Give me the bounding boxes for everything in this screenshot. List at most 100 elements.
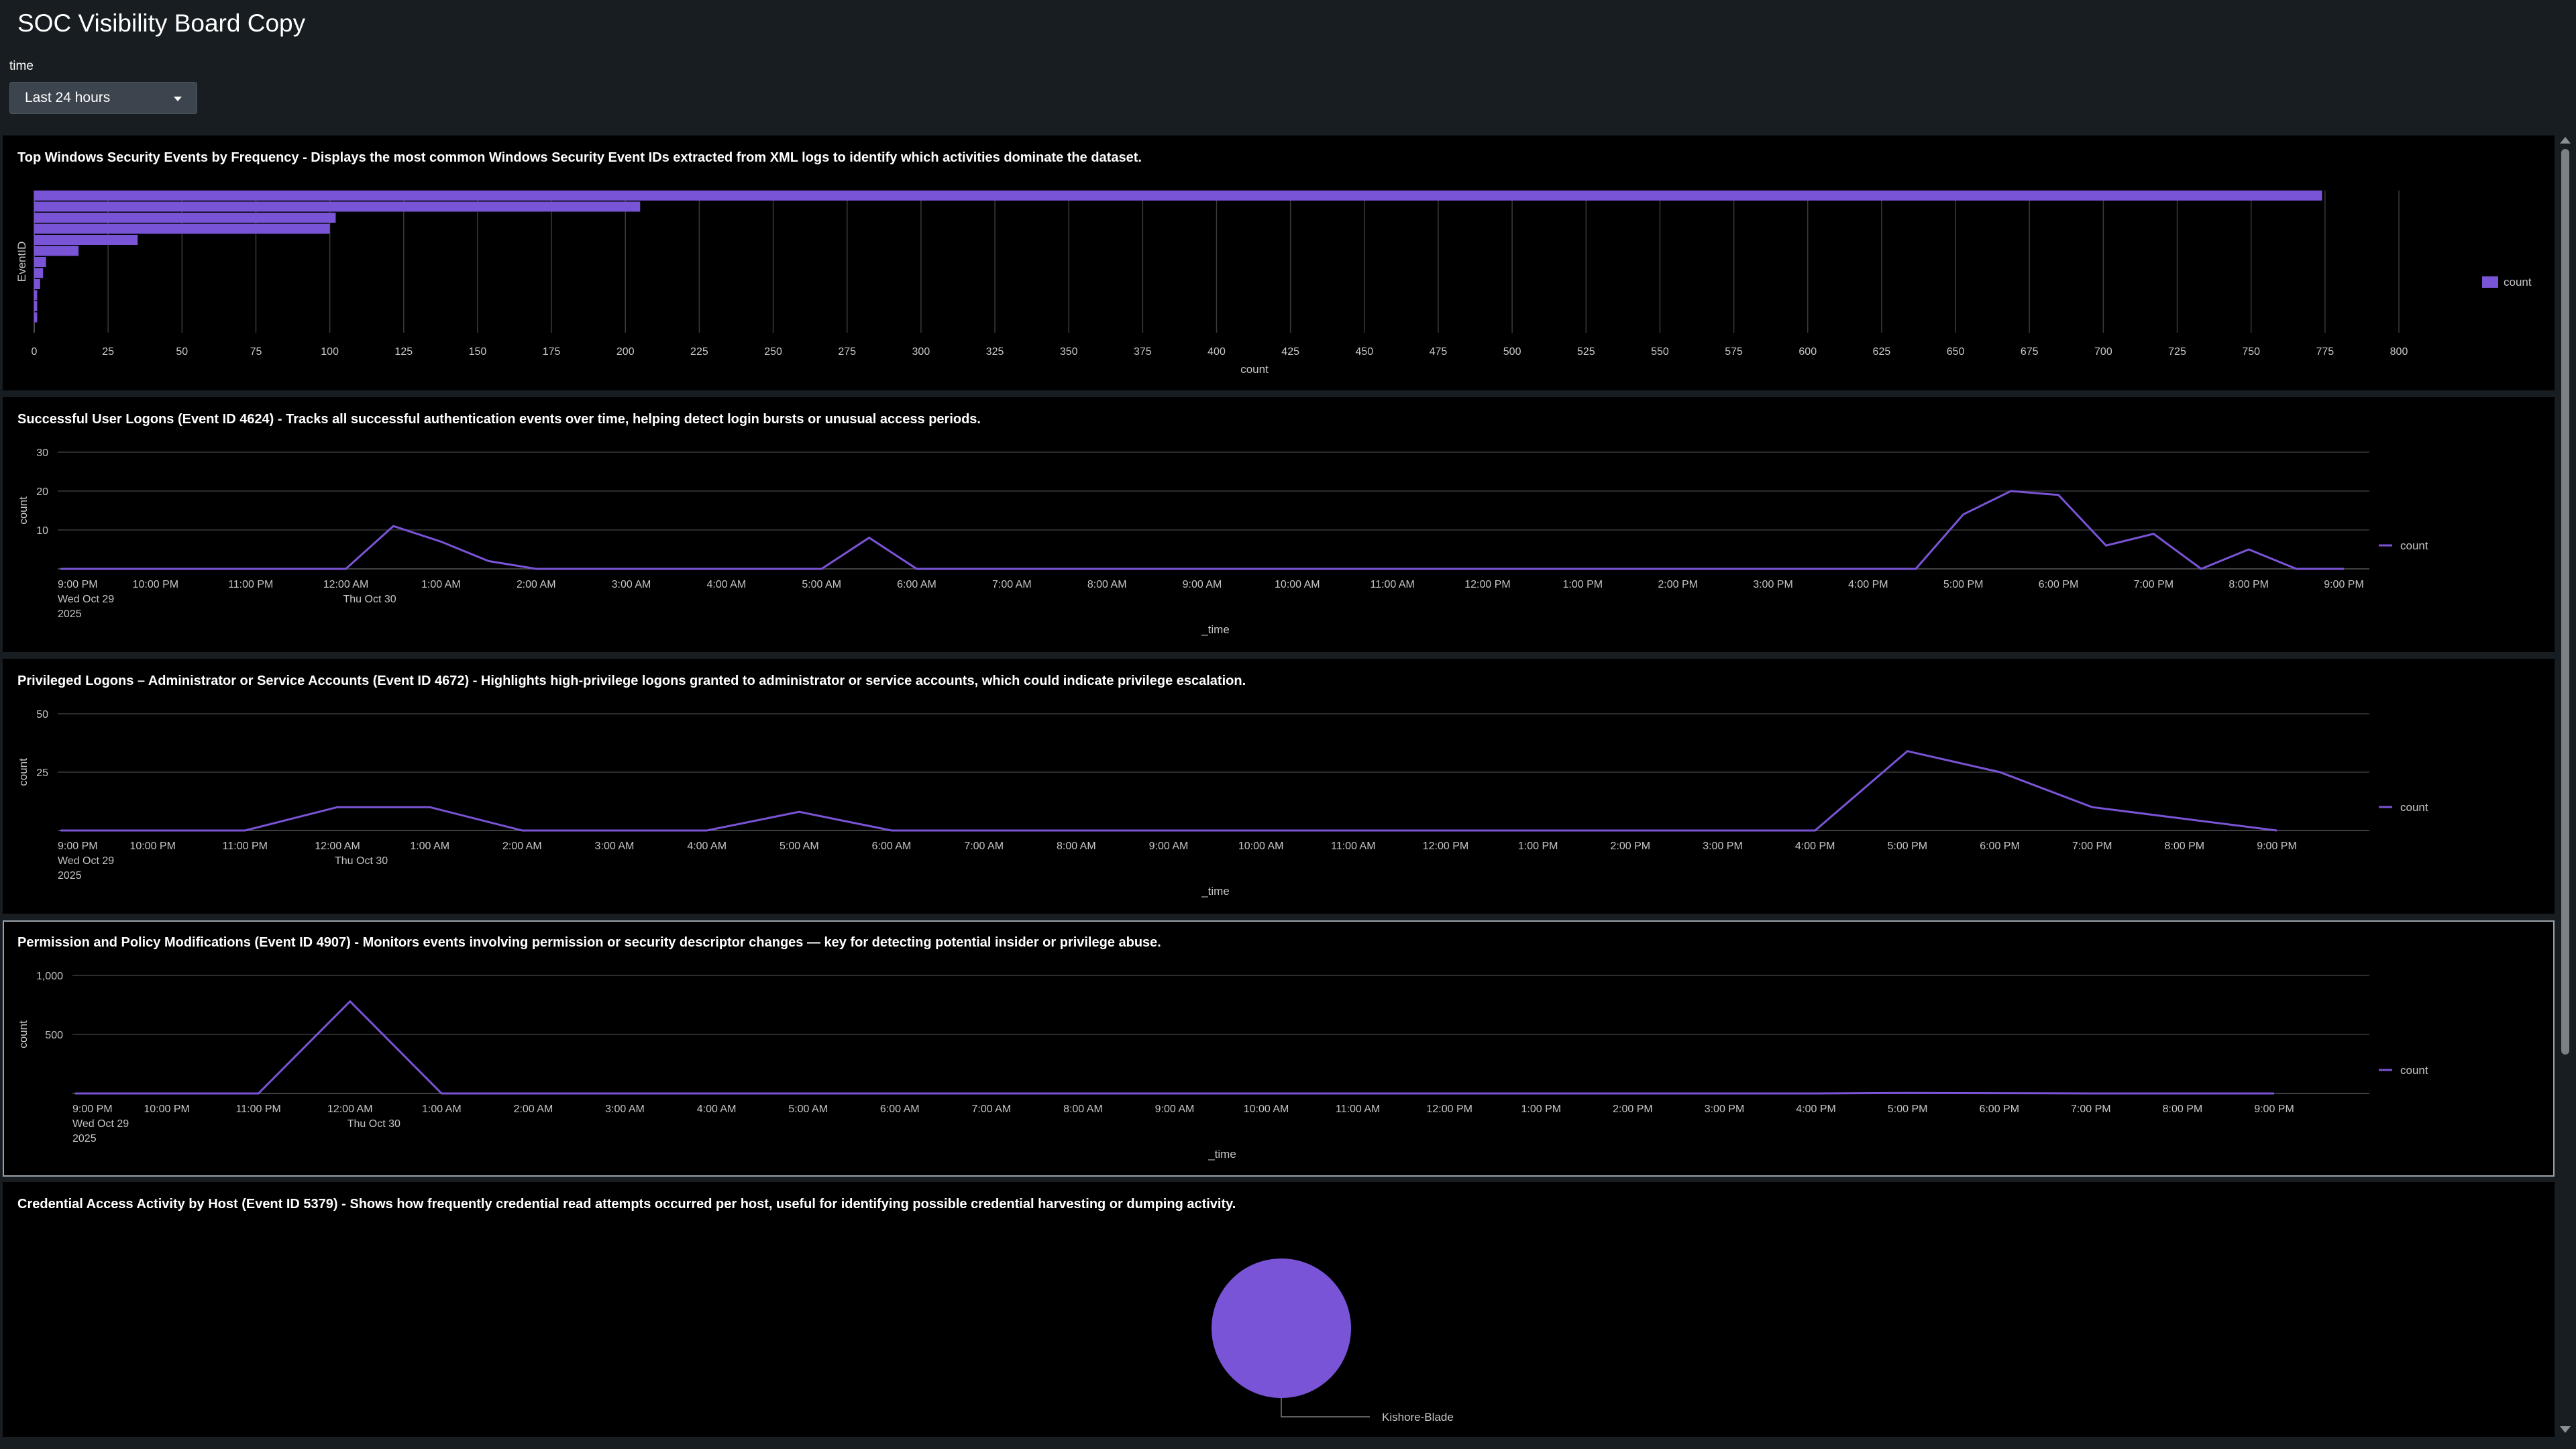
x-tick-label: 625 <box>1873 346 1891 358</box>
line-chart-permission-changes[interactable]: 1,000 500 9:00 PM Wed Oct 29 2025 10:00 PM 11:… <box>4 922 2553 1175</box>
x-tick-label: 2:00 AM <box>517 579 556 590</box>
time-range-picker[interactable]: Last 24 hours <box>9 82 197 114</box>
x-axis-title: _time <box>1201 885 1230 898</box>
x-tick-label: 600 <box>1799 346 1817 358</box>
x-tick-label: 650 <box>1947 346 1965 358</box>
bar-chart-top-events[interactable]: 0 25 50 75 100 125 150 175 200 225 250 275 300 325 350… <box>4 137 2553 389</box>
pie-slice <box>1212 1258 1351 1398</box>
legend-label: count <box>2400 801 2428 814</box>
x-tick-label: 11:00 PM <box>236 1104 281 1115</box>
pie-slice-label: Kishore-Blade <box>1382 1411 1454 1424</box>
y-axis-title: count <box>17 1020 30 1049</box>
x-tick-label: 75 <box>250 346 262 358</box>
x-tick-label: 9:00 AM <box>1155 1104 1195 1115</box>
bar <box>34 235 138 245</box>
bar <box>34 191 2322 201</box>
x-axis-title: count <box>1240 363 1269 376</box>
x-tick-label: 10:00 PM <box>129 841 175 852</box>
x-tick-label: 525 <box>1577 346 1595 358</box>
x-tick-label: 1:00 AM <box>422 1104 462 1115</box>
y-axis-title: count <box>17 758 30 786</box>
x-tick-label: 9:00 PM <box>2324 579 2364 590</box>
bar <box>34 201 641 212</box>
x-tick-label: 12:00 AM <box>327 1104 373 1115</box>
x-tick-label: 7:00 PM <box>2071 1104 2111 1115</box>
bar <box>34 301 38 311</box>
legend-label: count <box>2504 276 2532 288</box>
x-tick-label: 2:00 PM <box>1613 1104 1653 1115</box>
x-tick-label: 5:00 PM <box>1888 841 1928 852</box>
x-tick-label: 5:00 AM <box>788 1104 828 1115</box>
scroll-down-arrow-icon[interactable] <box>2560 1426 2571 1433</box>
x-tick-sublabel: Thu Oct 30 <box>335 855 388 867</box>
x-tick-label: 8:00 AM <box>1087 579 1127 590</box>
x-tick-label: 400 <box>1208 346 1226 358</box>
caret-down-icon <box>174 96 182 101</box>
page-scrollbar[interactable] <box>2557 134 2573 1436</box>
x-tick-label: 250 <box>764 346 782 358</box>
x-tick-label: 2:00 PM <box>1611 841 1651 852</box>
x-tick-label: 5:00 PM <box>1943 579 1984 590</box>
x-tick-label: 775 <box>2316 346 2334 358</box>
legend-swatch <box>2482 276 2498 288</box>
x-tick-label: 2:00 AM <box>502 841 542 852</box>
x-tick-label: 1:00 AM <box>421 579 461 590</box>
x-tick-label: 7:00 AM <box>971 1104 1011 1115</box>
x-tick-label: 9:00 AM <box>1149 841 1189 852</box>
x-tick-label: 7:00 PM <box>2134 579 2174 590</box>
x-tick-label: 12:00 PM <box>1427 1104 1472 1115</box>
x-tick-label: 9:00 PM <box>2254 1104 2294 1115</box>
legend-label: count <box>2400 1064 2428 1077</box>
panel-user-logons[interactable]: Successful User Logons (Event ID 4624) -… <box>3 397 2555 652</box>
x-axis-title: _time <box>1201 623 1230 636</box>
x-tick-label: 7:00 PM <box>2072 841 2112 852</box>
pie-chart-credential-access[interactable]: Kishore-Blade <box>4 1183 2553 1436</box>
x-tick-label: 6:00 PM <box>1980 841 2020 852</box>
x-tick-label: 6:00 AM <box>880 1104 920 1115</box>
x-tick-label: 150 <box>469 346 487 358</box>
pie-leader-line <box>1281 1398 1370 1417</box>
x-tick-label: 7:00 AM <box>992 579 1032 590</box>
x-tick-label: 3:00 PM <box>1753 579 1793 590</box>
y-tick-label: 25 <box>36 767 48 779</box>
panel-top-events[interactable]: Top Windows Security Events by Frequency… <box>3 136 2555 390</box>
x-tick-label: 3:00 AM <box>612 579 651 590</box>
y-tick-label: 10 <box>36 525 48 537</box>
panel-privileged-logons[interactable]: Privileged Logons – Administrator or Ser… <box>3 659 2555 914</box>
x-tick-label: 8:00 AM <box>1063 1104 1103 1115</box>
x-tick-label: 575 <box>1725 346 1743 358</box>
x-tick-label: 3:00 AM <box>605 1104 645 1115</box>
x-tick-label: 300 <box>912 346 930 358</box>
x-tick-label: 450 <box>1355 346 1373 358</box>
legend-label: count <box>2400 539 2428 552</box>
x-tick-sublabel: 2025 <box>58 870 82 881</box>
x-tick-label: 700 <box>2094 346 2112 358</box>
line-chart-privileged-logons[interactable]: 50 25 9:00 PM Wed Oct 29 2025 10:00 PM 11:00 P… <box>4 660 2553 912</box>
bar <box>34 257 46 267</box>
panel-credential-access[interactable]: Credential Access Activity by Host (Even… <box>3 1182 2555 1437</box>
x-tick-label: 8:00 PM <box>2163 1104 2203 1115</box>
x-tick-label: 9:00 PM <box>72 1104 113 1115</box>
x-tick-label: 6:00 PM <box>2039 579 2079 590</box>
scroll-up-arrow-icon[interactable] <box>2560 137 2571 144</box>
x-tick-label: 0 <box>32 346 38 358</box>
x-tick-label: 2:00 PM <box>1658 579 1698 590</box>
y-tick-label: 50 <box>36 709 48 720</box>
y-tick-label: 500 <box>45 1030 63 1041</box>
x-tick-label: 375 <box>1134 346 1152 358</box>
panel-permission-changes[interactable]: Permission and Policy Modifications (Eve… <box>3 920 2555 1177</box>
x-tick-label: 7:00 AM <box>964 841 1004 852</box>
x-tick-label: 11:00 PM <box>228 579 273 590</box>
x-tick-sublabel: Wed Oct 29 <box>58 855 114 867</box>
x-tick-label: 5:00 PM <box>1888 1104 1928 1115</box>
x-tick-sublabel: Wed Oct 29 <box>72 1118 129 1130</box>
x-tick-label: 725 <box>2168 346 2186 358</box>
x-tick-label: 1:00 PM <box>1521 1104 1562 1115</box>
x-tick-label: 8:00 PM <box>2229 579 2269 590</box>
x-tick-label: 12:00 AM <box>323 579 369 590</box>
x-tick-sublabel: 2025 <box>58 608 82 620</box>
line-chart-user-logons[interactable]: 30 20 10 9:00 PM Wed Oct 29 2025 10:00 PM 11:00… <box>4 398 2553 651</box>
scrollbar-thumb[interactable] <box>2561 149 2569 1055</box>
x-tick-label: 4:00 PM <box>1795 841 1835 852</box>
x-tick-label: 9:00 PM <box>58 841 98 852</box>
